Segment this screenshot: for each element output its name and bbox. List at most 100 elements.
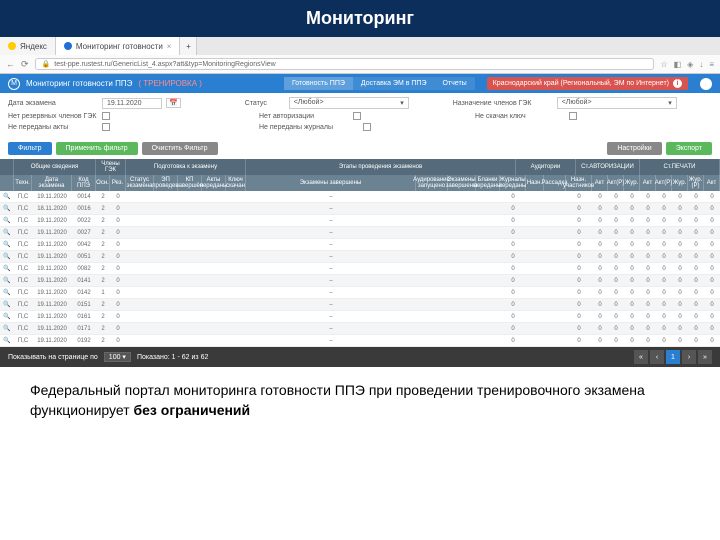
tab-label: Яндекс bbox=[20, 42, 47, 51]
chevron-down-icon: ▾ bbox=[668, 99, 672, 107]
cell-main: 2 bbox=[96, 311, 110, 322]
magnifier-icon[interactable]: 🔍 bbox=[0, 323, 14, 334]
cell-dash: – bbox=[246, 191, 416, 202]
cell-dash: – bbox=[246, 275, 416, 286]
filter-label-status: Статус bbox=[245, 100, 285, 107]
tab-label: Мониторинг готовности bbox=[76, 42, 163, 51]
cell-res: 0 bbox=[110, 287, 126, 298]
cell-type: П,С bbox=[14, 203, 32, 214]
ext2-icon[interactable]: ◈ bbox=[687, 60, 693, 69]
cell-res: 0 bbox=[110, 203, 126, 214]
table-row[interactable]: 🔍П,С18.11.2020001620–0000000000 bbox=[0, 203, 720, 215]
magnifier-icon[interactable]: 🔍 bbox=[0, 191, 14, 202]
star-icon[interactable]: ☆ bbox=[660, 60, 667, 69]
cell-res: 0 bbox=[110, 311, 126, 322]
pager-first[interactable]: « bbox=[634, 350, 648, 364]
data-table: Общие сведения Члены ГЭК Подготовка к эк… bbox=[0, 159, 720, 347]
new-tab-button[interactable]: + bbox=[180, 37, 197, 55]
apply-filter-button[interactable]: Применить фильтр bbox=[56, 142, 138, 155]
pager-next[interactable]: › bbox=[682, 350, 696, 364]
cell-code: 0171 bbox=[72, 323, 96, 334]
table-row[interactable]: 🔍П,С19.11.2020005120–0000000000 bbox=[0, 251, 720, 263]
cell-type: П,С bbox=[14, 299, 32, 310]
table-row[interactable]: 🔍П,С19.11.2020014210–0000000000 bbox=[0, 287, 720, 299]
assign-dropdown[interactable]: <Любой>▾ bbox=[557, 97, 677, 109]
status-dropdown[interactable]: <Любой>▾ bbox=[289, 97, 409, 109]
app-title: Мониторинг готовности ППЭ bbox=[26, 79, 132, 88]
cell-type: П,С bbox=[14, 227, 32, 238]
magnifier-icon[interactable]: 🔍 bbox=[0, 287, 14, 298]
cell-date: 18.11.2020 bbox=[32, 203, 72, 214]
cell-main: 2 bbox=[96, 275, 110, 286]
ext-icon[interactable]: ◧ bbox=[674, 60, 682, 69]
table-row[interactable]: 🔍П,С19.11.2020014120–0000000000 bbox=[0, 275, 720, 287]
cell-main: 2 bbox=[96, 227, 110, 238]
checkbox-noauth[interactable] bbox=[353, 112, 361, 120]
cell-dash: – bbox=[246, 311, 416, 322]
checkbox-noreserve[interactable] bbox=[102, 112, 110, 120]
clear-filter-button[interactable]: Очистить Фильтр bbox=[142, 142, 218, 155]
cell-main: 2 bbox=[96, 191, 110, 202]
filter-button[interactable]: Фильтр bbox=[8, 142, 52, 155]
table-row[interactable]: 🔍П,С19.11.2020008220–0000000000 bbox=[0, 263, 720, 275]
magnifier-icon[interactable]: 🔍 bbox=[0, 227, 14, 238]
calendar-icon[interactable]: 📅 bbox=[166, 98, 181, 108]
table-row[interactable]: 🔍П,С19.11.2020002220–0000000000 bbox=[0, 215, 720, 227]
checkbox-nojournals[interactable] bbox=[363, 123, 371, 131]
cell-type: П,С bbox=[14, 239, 32, 250]
magnifier-icon[interactable]: 🔍 bbox=[0, 215, 14, 226]
magnifier-icon[interactable]: 🔍 bbox=[0, 263, 14, 274]
cell-dash: – bbox=[246, 263, 416, 274]
training-badge: ( ТРЕНИРОВКА ) bbox=[138, 79, 202, 88]
close-icon[interactable]: × bbox=[167, 42, 172, 51]
table-row[interactable]: 🔍П,С19.11.2020019220–0000000000 bbox=[0, 335, 720, 347]
magnifier-icon[interactable]: 🔍 bbox=[0, 275, 14, 286]
pager-current[interactable]: 1 bbox=[666, 350, 680, 364]
magnifier-icon[interactable]: 🔍 bbox=[0, 239, 14, 250]
per-page-select[interactable]: 100 ▾ bbox=[104, 352, 131, 362]
table-row[interactable]: 🔍П,С19.11.2020002720–0000000000 bbox=[0, 227, 720, 239]
cell-main: 2 bbox=[96, 251, 110, 262]
cell-res: 0 bbox=[110, 191, 126, 202]
menu-icon[interactable]: ≡ bbox=[709, 60, 714, 69]
cell-res: 0 bbox=[110, 251, 126, 262]
table-row[interactable]: 🔍П,С19.11.2020004220–0000000000 bbox=[0, 239, 720, 251]
back-button[interactable]: ← bbox=[6, 59, 15, 69]
cell-code: 0141 bbox=[72, 275, 96, 286]
app-header: М Мониторинг готовности ППЭ ( ТРЕНИРОВКА… bbox=[0, 74, 720, 93]
table-row[interactable]: 🔍П,С19.11.2020015120–0000000000 bbox=[0, 299, 720, 311]
cell-main: 2 bbox=[96, 323, 110, 334]
user-avatar[interactable] bbox=[700, 78, 712, 90]
magnifier-icon[interactable]: 🔍 bbox=[0, 203, 14, 214]
cell-dash: – bbox=[246, 323, 416, 334]
pager: Показывать на странице по 100 ▾ Показано… bbox=[0, 347, 720, 367]
tab-reports[interactable]: Отчеты bbox=[434, 77, 474, 90]
cell-dash: – bbox=[246, 203, 416, 214]
cell-res: 0 bbox=[110, 335, 126, 346]
magnifier-icon[interactable]: 🔍 bbox=[0, 251, 14, 262]
magnifier-icon[interactable]: 🔍 bbox=[0, 335, 14, 346]
down-icon[interactable]: ↓ bbox=[699, 60, 703, 69]
checkbox-nokey[interactable] bbox=[569, 112, 577, 120]
pager-last[interactable]: » bbox=[698, 350, 712, 364]
region-badge[interactable]: Краснодарский край (Региональный, ЭМ по … bbox=[487, 77, 688, 90]
table-row[interactable]: 🔍П,С19.11.2020017120–0000000000 bbox=[0, 323, 720, 335]
reload-button[interactable]: ⟳ bbox=[21, 59, 29, 70]
tab-delivery[interactable]: Доставка ЭМ в ППЭ bbox=[353, 77, 435, 90]
table-row[interactable]: 🔍П,С19.11.2020016120–0000000000 bbox=[0, 311, 720, 323]
checkbox-noacts[interactable] bbox=[102, 123, 110, 131]
browser-tab-2[interactable]: Мониторинг готовности × bbox=[56, 37, 181, 55]
magnifier-icon[interactable]: 🔍 bbox=[0, 311, 14, 322]
cell-code: 0042 bbox=[72, 239, 96, 250]
table-row[interactable]: 🔍П,С19.11.2020001420–0000000000 bbox=[0, 191, 720, 203]
browser-tab-1[interactable]: Яндекс bbox=[0, 37, 56, 55]
settings-button[interactable]: Настройки bbox=[607, 142, 661, 155]
tab-readiness[interactable]: Готовность ППЭ bbox=[284, 77, 353, 90]
export-button[interactable]: Экспорт bbox=[666, 142, 712, 155]
date-input[interactable]: 19.11.2020 bbox=[102, 98, 162, 109]
cell-res: 0 bbox=[110, 215, 126, 226]
pager-prev[interactable]: ‹ bbox=[650, 350, 664, 364]
magnifier-icon[interactable]: 🔍 bbox=[0, 299, 14, 310]
address-bar[interactable]: 🔒 test-ppe.rustest.ru/GenericList_4.aspx… bbox=[35, 58, 655, 70]
per-page-label: Показывать на странице по bbox=[8, 354, 98, 361]
